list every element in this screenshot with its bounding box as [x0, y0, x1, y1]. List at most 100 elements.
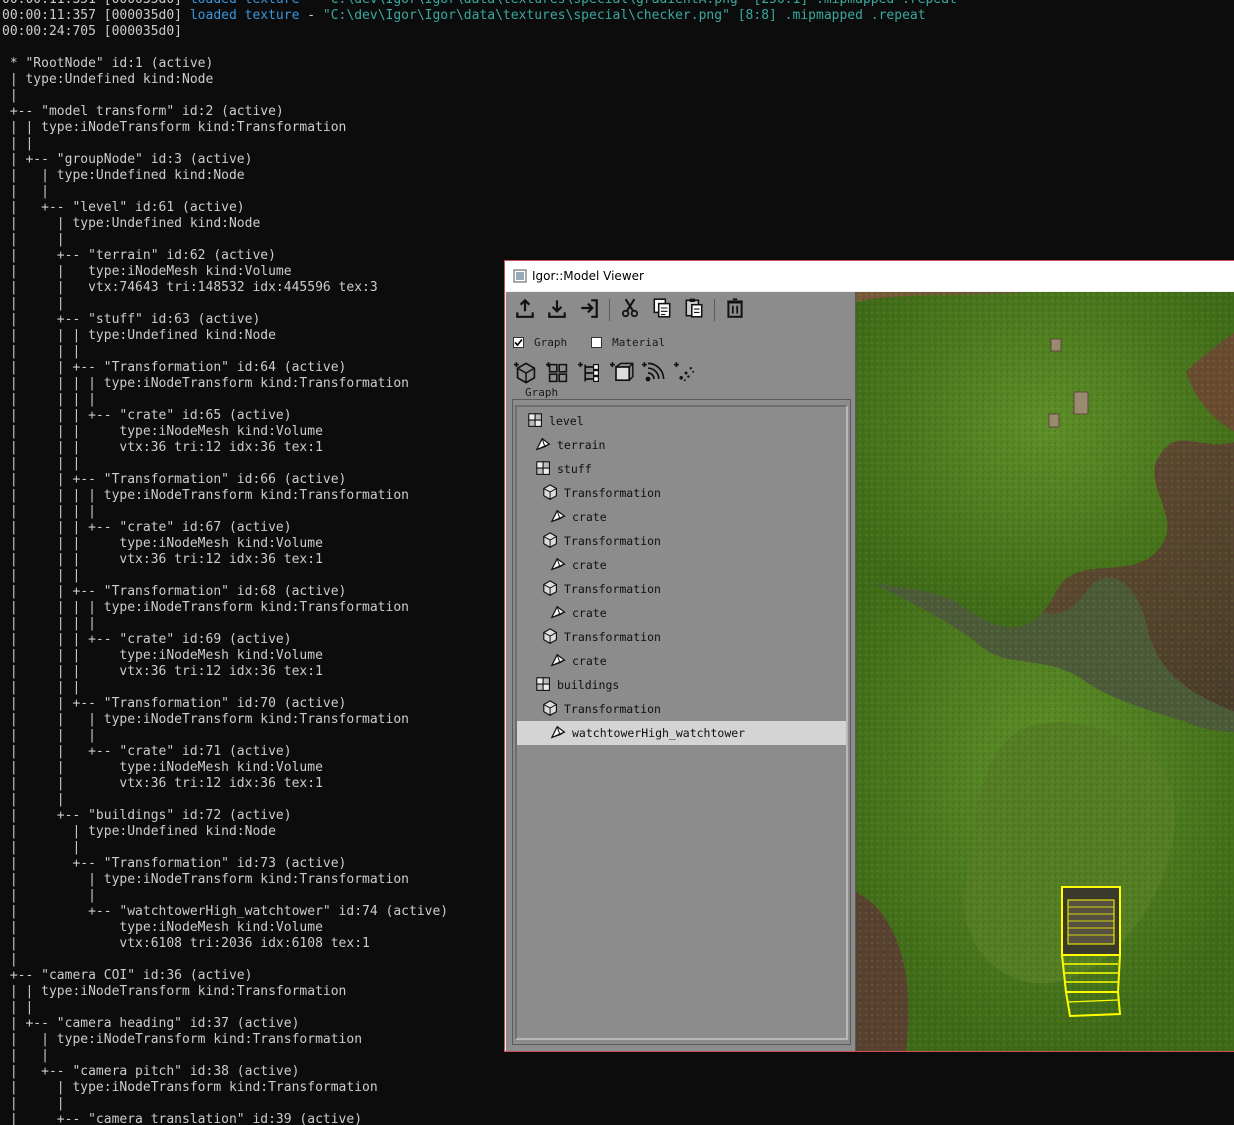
mesh-node-icon	[550, 604, 568, 622]
terrain-texture	[856, 292, 1234, 1051]
tree-item-transformation[interactable]: Transformation	[517, 697, 846, 721]
load-into-button[interactable]	[575, 297, 603, 323]
add-transform-button[interactable]	[511, 362, 540, 388]
tree-item-terrain[interactable]: terrain	[517, 433, 846, 457]
add-switch-button[interactable]	[575, 362, 604, 388]
import-button[interactable]	[543, 297, 571, 323]
console-line: | +-- "camera translation" id:39 (active…	[2, 1112, 1234, 1125]
tree-item-label: crate	[572, 606, 607, 620]
window-client: Graph Material Graph level terrain stuff Tr…	[506, 292, 1234, 1051]
add-model-button[interactable]	[607, 362, 636, 388]
console-text: | |	[2, 1000, 34, 1015]
console-text: | | |	[2, 456, 81, 471]
load-into-icon	[578, 297, 600, 323]
console-text: | |	[2, 184, 49, 199]
console-text: | +-- "terrain" id:62 (active)	[2, 248, 276, 263]
group-node-icon	[527, 412, 545, 430]
material-checkbox-label: Material	[612, 335, 666, 349]
console-text: | | | |	[2, 504, 96, 519]
console-text: | | type:iNodeMesh kind:Volume	[2, 760, 323, 775]
group-node-icon	[535, 676, 553, 694]
console-text: -	[299, 0, 322, 7]
tree-item-watchtowerhigh_watchtower[interactable]: watchtowerHigh_watchtower	[517, 721, 846, 745]
paste-icon	[683, 297, 705, 323]
scene-graph-tree[interactable]: level terrain stuff Transformation crate Tran…	[515, 405, 848, 1040]
tree-item-level[interactable]: level	[517, 409, 846, 433]
crate-1	[1050, 338, 1062, 352]
add-emitter-button[interactable]	[639, 362, 668, 388]
console-text: | | | |	[2, 616, 96, 631]
material-checkbox[interactable]	[591, 336, 603, 348]
console-text: | type:iNodeMesh kind:Volume	[2, 920, 323, 935]
console-text: 00:00:11:351 [000035d0]	[2, 0, 190, 7]
console-text: loaded texture	[190, 0, 300, 7]
console-text: 00:00:11:357 [000035d0]	[2, 8, 190, 23]
tree-item-crate[interactable]: crate	[517, 505, 846, 529]
tree-item-transformation[interactable]: Transformation	[517, 625, 846, 649]
tree-item-buildings[interactable]: buildings	[517, 673, 846, 697]
console-text: | | +-- "crate" id:71 (active)	[2, 744, 292, 759]
add-switch-icon	[577, 361, 602, 389]
console-text: | | | | type:iNodeTransform kind:Transfo…	[2, 488, 409, 503]
console-text: +-- "camera COI" id:36 (active)	[2, 968, 253, 983]
add-particles-button[interactable]	[671, 362, 700, 388]
tree-item-label: Transformation	[564, 534, 661, 548]
tree-item-stuff[interactable]: stuff	[517, 457, 846, 481]
tree-item-transformation[interactable]: Transformation	[517, 577, 846, 601]
console-text: | |	[2, 136, 34, 151]
console-text: | | | | type:iNodeTransform kind:Transfo…	[2, 600, 409, 615]
file-toolbar	[511, 297, 749, 323]
graph-checkbox-label: Graph	[534, 335, 568, 349]
console-text: | |	[2, 888, 96, 903]
console-text: | | | vtx:36 tri:12 idx:36 tex:1	[2, 664, 323, 679]
tree-item-transformation[interactable]: Transformation	[517, 529, 846, 553]
transform-node-icon	[542, 700, 560, 718]
scene-panel: Graph Material Graph level terrain stuff Tr…	[506, 292, 856, 1051]
tree-item-crate[interactable]: crate	[517, 649, 846, 673]
console-line: +-- "model transform" id:2 (active)	[2, 104, 1234, 120]
console-text: |	[2, 952, 18, 967]
console-text: | | | type:iNodeMesh kind:Volume	[2, 648, 323, 663]
cut-button[interactable]	[616, 297, 644, 323]
console-text: | +-- "watchtowerHigh_watchtower" id:74 …	[2, 904, 449, 919]
copy-button[interactable]	[648, 297, 676, 323]
delete-button[interactable]	[721, 297, 749, 323]
model-viewer-window[interactable]: Igor::Model Viewer Graph Material Graph …	[504, 260, 1234, 1052]
graph-checkbox[interactable]	[513, 336, 524, 348]
3d-viewport[interactable]	[856, 292, 1234, 1051]
console-line: | | type:iNodeTransform kind:Transformat…	[2, 1080, 1234, 1096]
console-text: | | | type:iNodeMesh kind:Volume	[2, 424, 323, 439]
console-text: * "RootNode" id:1 (active)	[2, 56, 214, 71]
console-text: | | type:Undefined kind:Node	[2, 168, 245, 183]
console-text: | +-- "Transformation" id:73 (active)	[2, 856, 347, 871]
console-text: | +-- "groupNode" id:3 (active)	[2, 152, 253, 167]
tree-item-transformation[interactable]: Transformation	[517, 481, 846, 505]
console-text: | | | +-- "crate" id:65 (active)	[2, 408, 292, 423]
console-text: | | +-- "Transformation" id:68 (active)	[2, 584, 347, 599]
tree-item-label: crate	[572, 558, 607, 572]
console-line: | | type:Undefined kind:Node	[2, 168, 1234, 184]
console-text: | type:Undefined kind:Node	[2, 72, 214, 87]
console-line: | |	[2, 1096, 1234, 1112]
window-titlebar[interactable]: Igor::Model Viewer	[505, 261, 1234, 291]
console-text: | +-- "camera heading" id:37 (active)	[2, 1016, 300, 1031]
mesh-node-icon	[550, 508, 568, 526]
add-transform-icon	[513, 361, 538, 389]
console-text: | +-- "level" id:61 (active)	[2, 200, 245, 215]
add-group-icon	[545, 361, 570, 389]
export-icon	[514, 297, 536, 323]
console-line: * "RootNode" id:1 (active)	[2, 56, 1234, 72]
crate-3	[1048, 413, 1060, 428]
tree-item-label: watchtowerHigh_watchtower	[572, 726, 746, 740]
paste-button[interactable]	[680, 297, 708, 323]
tree-item-crate[interactable]: crate	[517, 601, 846, 625]
export-button[interactable]	[511, 297, 539, 323]
console-line: | +-- "camera pitch" id:38 (active)	[2, 1064, 1234, 1080]
tree-item-label: Transformation	[564, 582, 661, 596]
tree-item-crate[interactable]: crate	[517, 553, 846, 577]
copy-icon	[651, 297, 673, 323]
add-group-button[interactable]	[543, 362, 572, 388]
terrain-render	[856, 292, 1234, 1051]
transform-node-icon	[542, 532, 560, 550]
